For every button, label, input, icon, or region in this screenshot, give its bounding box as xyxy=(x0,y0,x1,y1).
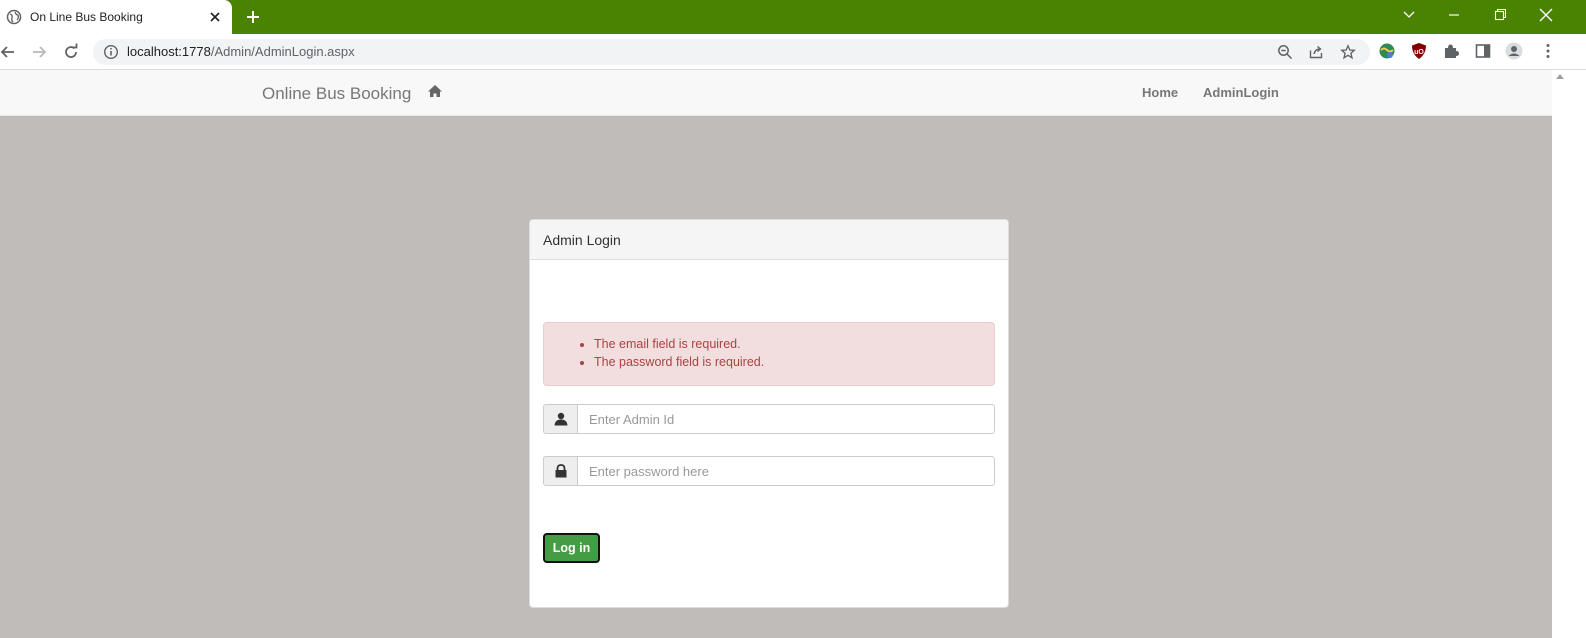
ublock-shield-icon[interactable]: uO xyxy=(1410,42,1428,60)
admin-id-group xyxy=(543,404,995,434)
extension-globe-icon[interactable] xyxy=(1378,42,1396,60)
window-right-edge xyxy=(1568,70,1586,638)
login-button[interactable]: Log in xyxy=(543,533,600,563)
nav-link-home[interactable]: Home xyxy=(1142,85,1178,100)
bookmark-star-icon[interactable] xyxy=(1340,44,1356,60)
nav-link-admin-login[interactable]: AdminLogin xyxy=(1203,85,1279,100)
restore-icon[interactable] xyxy=(1489,6,1511,24)
forward-arrow-icon[interactable] xyxy=(29,42,49,62)
password-input[interactable] xyxy=(577,456,995,486)
password-group xyxy=(543,456,995,486)
tab-title: On Line Bus Booking xyxy=(30,10,143,24)
page-scrollbar[interactable] xyxy=(1552,70,1568,638)
error-list: The email field is required. The passwor… xyxy=(594,335,764,371)
error-email-required: The email field is required. xyxy=(594,335,764,353)
scroll-up-arrow-icon[interactable] xyxy=(1556,74,1564,79)
panel-heading: Admin Login xyxy=(530,220,1008,260)
new-tab-icon[interactable] xyxy=(244,8,262,26)
minimize-icon[interactable] xyxy=(1443,6,1465,24)
user-icon xyxy=(554,412,568,426)
admin-id-input[interactable] xyxy=(577,404,995,434)
extensions-puzzle-icon[interactable] xyxy=(1442,42,1460,60)
url-host: localhost:1778 xyxy=(127,44,211,59)
admin-login-panel: Admin Login The email field is required.… xyxy=(529,219,1009,608)
panel-title: Admin Login xyxy=(543,232,621,248)
lock-icon xyxy=(555,464,567,478)
browser-toolbar: localhost:1778/Admin/AdminLogin.aspx uO xyxy=(0,34,1586,70)
zoom-out-icon[interactable] xyxy=(1277,44,1293,60)
site-info-icon[interactable] xyxy=(103,44,119,60)
address-bar[interactable]: localhost:1778/Admin/AdminLogin.aspx xyxy=(93,39,1370,65)
password-addon xyxy=(543,456,578,486)
navbar-brand[interactable]: Online Bus Booking xyxy=(262,84,411,104)
share-icon[interactable] xyxy=(1308,44,1324,60)
tab-search-icon[interactable] xyxy=(1398,6,1420,24)
browser-title-bar: On Line Bus Booking xyxy=(0,0,1586,34)
globe-icon xyxy=(6,9,22,25)
close-window-icon[interactable] xyxy=(1535,6,1557,24)
url-text[interactable]: localhost:1778/Admin/AdminLogin.aspx xyxy=(127,44,355,59)
tab-close-icon[interactable] xyxy=(207,9,223,25)
browser-tab[interactable]: On Line Bus Booking xyxy=(0,0,232,34)
home-icon[interactable] xyxy=(427,83,443,99)
validation-summary: The email field is required. The passwor… xyxy=(543,322,995,386)
back-arrow-icon[interactable] xyxy=(0,42,18,62)
admin-id-addon xyxy=(543,404,578,434)
chrome-menu-icon[interactable] xyxy=(1539,42,1557,60)
error-password-required: The password field is required. xyxy=(594,353,764,371)
url-path: /Admin/AdminLogin.aspx xyxy=(210,44,355,59)
reload-icon[interactable] xyxy=(61,42,81,62)
svg-text:uO: uO xyxy=(1414,49,1424,56)
profile-avatar-icon[interactable] xyxy=(1505,42,1523,60)
site-navbar: Online Bus Booking Home AdminLogin xyxy=(0,70,1552,116)
side-panel-icon[interactable] xyxy=(1474,42,1492,60)
page-viewport: Online Bus Booking Home AdminLogin Admin… xyxy=(0,70,1552,638)
